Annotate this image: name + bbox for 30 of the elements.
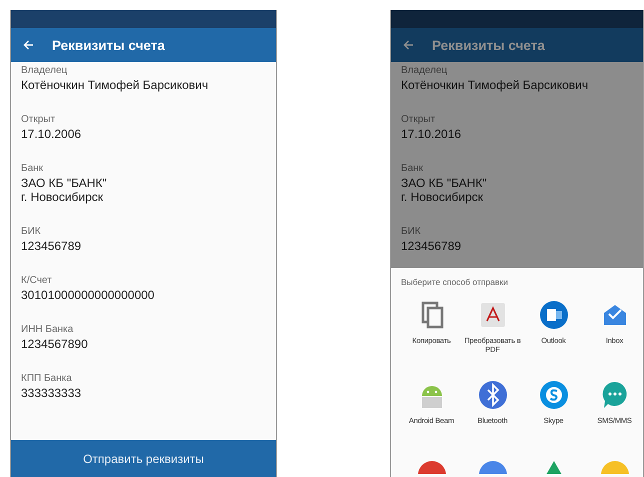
field-value: 333333333 — [21, 386, 82, 400]
field-label: Владелец — [21, 65, 68, 76]
field-label: Банк — [21, 163, 44, 174]
field-label: Открыт — [21, 114, 56, 125]
field-value: 1234567890 — [21, 337, 89, 351]
back-arrow-icon[interactable] — [403, 40, 414, 50]
bluetooth-icon[interactable] — [478, 380, 508, 410]
back-arrow-icon[interactable] — [23, 40, 34, 50]
field-value: ЗАО КБ "БАНК" г. Новосибирск — [21, 176, 108, 204]
screen-title: Реквизиты счета — [432, 38, 545, 52]
field-value: Котёночкин Тимофей Барсикович — [21, 78, 210, 92]
field-label: Открыт — [401, 114, 436, 125]
field-value: ЗАО КБ "БАНК" г. Новосибирск — [401, 176, 488, 204]
field-label: БИК — [21, 226, 42, 237]
field-value: 123456789 — [21, 239, 82, 253]
field-label: Владелец — [401, 65, 448, 76]
field-label: Банк — [401, 163, 424, 174]
screen-title: Реквизиты счета — [52, 38, 165, 52]
field-value: 17.10.2016 — [401, 127, 462, 141]
field-value: 17.10.2006 — [21, 127, 82, 141]
sheet-title: Выберите способ отправки — [401, 277, 509, 287]
field-label: БИК — [401, 226, 422, 237]
field-label: К/Счет — [21, 275, 53, 286]
field-label: КПП Банка — [21, 373, 73, 384]
send-details-button[interactable]: Отправить реквизиты — [11, 440, 276, 477]
field-label: ИНН Банка — [21, 324, 74, 335]
field-value: Котёночкин Тимофей Барсикович — [401, 78, 590, 92]
field-value: 123456789 — [401, 239, 462, 253]
field-value: 30101000000000000000 — [21, 288, 156, 302]
message-icon[interactable] — [600, 380, 630, 410]
